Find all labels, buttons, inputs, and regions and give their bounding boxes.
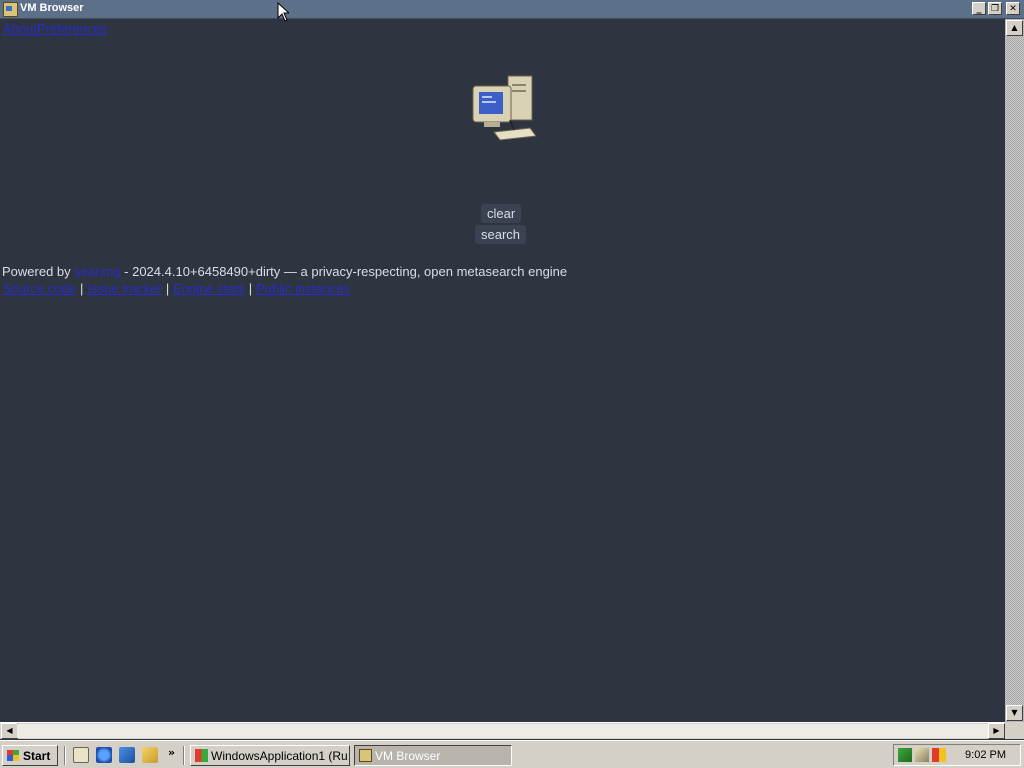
up-arrow-icon: ▲: [1011, 23, 1018, 32]
task-vm-browser[interactable]: VM Browser: [354, 745, 512, 766]
source-code-link[interactable]: Source code: [3, 281, 76, 296]
taskbar: Start » WindowsApplication1 (Ru... VM Br…: [0, 740, 1024, 768]
show-desktop-icon[interactable]: [73, 747, 89, 763]
horizontal-scroll-track[interactable]: [17, 724, 989, 738]
footer-links: Source code | Issue tracker | Engine stats | P…: [3, 281, 350, 296]
windows-logo-icon: [7, 750, 19, 761]
task-windowsapplication1[interactable]: WindowsApplication1 (Ru...: [190, 745, 350, 766]
taskbar-divider: [64, 746, 66, 765]
browser-viewport: AboutPreferences clear search Powered by…: [0, 19, 1005, 722]
down-arrow-icon: ▼: [1011, 708, 1018, 717]
engine-stats-link[interactable]: Engine stats: [173, 281, 245, 296]
scroll-right-button[interactable]: ▶: [988, 723, 1005, 739]
vertical-scrollbar[interactable]: ▲ ▼: [1005, 19, 1024, 722]
app-icon: [3, 2, 18, 17]
scrollbar-corner: [1005, 722, 1024, 739]
windows-app-icon: [195, 749, 208, 762]
network-tray-icon[interactable]: [898, 748, 912, 762]
close-button[interactable]: ✕: [1006, 2, 1020, 15]
scroll-up-button[interactable]: ▲: [1006, 20, 1023, 36]
minimize-button[interactable]: _: [972, 2, 986, 15]
windows-explorer-icon[interactable]: [142, 747, 158, 763]
start-label: Start: [23, 749, 51, 763]
system-tray: 9:02 PM: [893, 744, 1021, 766]
window-title: VM Browser: [20, 2, 84, 14]
computer-icon: [472, 75, 537, 141]
clear-button[interactable]: clear: [481, 204, 522, 223]
public-instances-link[interactable]: Public instances: [256, 281, 350, 296]
restore-button[interactable]: ❐: [988, 2, 1002, 15]
link-separator: |: [165, 281, 170, 296]
quicklaunch-chevron-icon[interactable]: »: [168, 746, 175, 759]
close-icon: ✕: [1009, 4, 1017, 14]
link-separator: |: [80, 281, 84, 296]
device-tray-icon[interactable]: [915, 748, 929, 762]
link-separator: |: [248, 281, 253, 296]
window-titlebar[interactable]: VM Browser _ ❐ ✕: [0, 0, 1024, 19]
restore-icon: ❐: [990, 4, 1000, 14]
version-text: - 2024.4.10+6458490+dirty — a privacy-re…: [120, 264, 568, 279]
top-links: AboutPreferences: [3, 21, 107, 36]
scroll-left-button[interactable]: ◀: [1, 723, 18, 739]
search-button[interactable]: search: [475, 225, 527, 244]
powered-by-text: Powered by: [2, 264, 71, 279]
searxng-link[interactable]: searxng: [74, 264, 120, 279]
preferences-link[interactable]: Preferences: [37, 21, 107, 36]
vm-browser-icon: [359, 749, 372, 762]
clock: 9:02 PM: [965, 749, 1006, 761]
task-label: WindowsApplication1 (Ru...: [211, 749, 350, 763]
about-link[interactable]: About: [3, 21, 37, 36]
right-arrow-icon: ▶: [993, 726, 1000, 735]
taskbar-divider: [183, 746, 185, 765]
task-label: VM Browser: [375, 749, 441, 763]
internet-explorer-icon[interactable]: [96, 747, 112, 763]
issue-tracker-link[interactable]: Issue tracker: [87, 281, 161, 296]
outlook-express-icon[interactable]: [119, 747, 135, 763]
start-button[interactable]: Start: [2, 745, 58, 766]
scroll-down-button[interactable]: ▼: [1006, 705, 1023, 721]
horizontal-scrollbar[interactable]: ◀ ▶: [0, 722, 1005, 739]
mouse-cursor-icon: [277, 2, 289, 22]
footer-powered-by: Powered by searxng - 2024.4.10+6458490+d…: [2, 264, 567, 279]
app-tray-icon[interactable]: [932, 748, 946, 762]
minimize-icon: _: [976, 3, 982, 14]
left-arrow-icon: ◀: [6, 726, 13, 735]
